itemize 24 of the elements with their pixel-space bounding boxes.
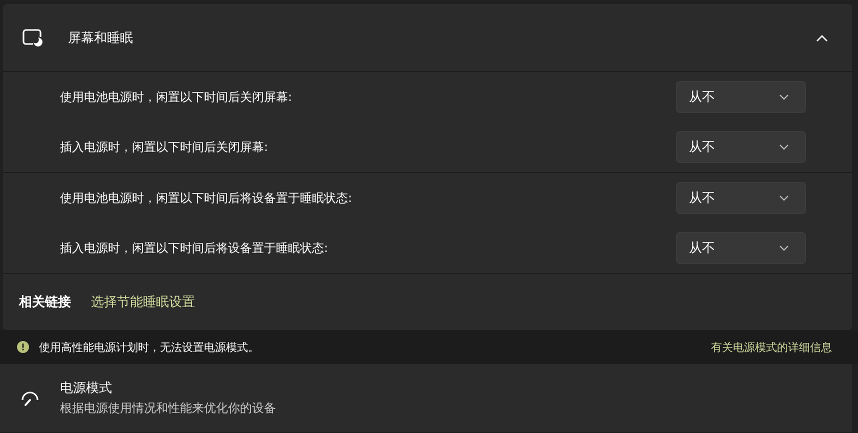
dropdown[interactable]: 从不 [676, 131, 806, 163]
power-mode-info-link[interactable]: 有关电源模式的详细信息 [711, 340, 832, 354]
notice-text: 使用高性能电源计划时，无法设置电源模式。 [39, 340, 260, 354]
info-icon [17, 341, 29, 353]
power-mode-description: 根据电源使用情况和性能来优化你的设备 [60, 400, 276, 417]
power-sleep-link[interactable]: 选择节能睡眠设置 [91, 293, 195, 311]
chevron-down-icon [779, 245, 789, 251]
section-title: 屏幕和睡眠 [68, 30, 134, 46]
related-links-heading: 相关链接 [19, 294, 71, 311]
section-header[interactable]: 屏幕和睡眠 [3, 4, 852, 72]
gauge-icon [20, 389, 40, 407]
setting-label: 使用电池电源时，闲置以下时间后关闭屏幕: [60, 88, 294, 106]
setting-label: 插入电源时，闲置以下时间后将设备置于睡眠状态: [60, 240, 330, 256]
display-sleep-icon [22, 28, 44, 48]
dropdown[interactable]: 从不 [676, 232, 806, 264]
caret-icon [816, 34, 828, 42]
chevron-down-icon [779, 144, 789, 150]
setting-label: 使用电池电源时，闲置以下时间后将设备置于睡眠状态: [60, 190, 354, 206]
dropdown[interactable]: 从不 [676, 81, 806, 113]
chevron-down-icon [779, 94, 789, 100]
dropdown[interactable]: 从不 [676, 182, 806, 214]
power-mode-title: 电源模式 [60, 380, 113, 397]
setting-label: 插入电源时，闲置以下时间后关闭屏幕: [60, 138, 270, 156]
chevron-down-icon [779, 195, 789, 201]
